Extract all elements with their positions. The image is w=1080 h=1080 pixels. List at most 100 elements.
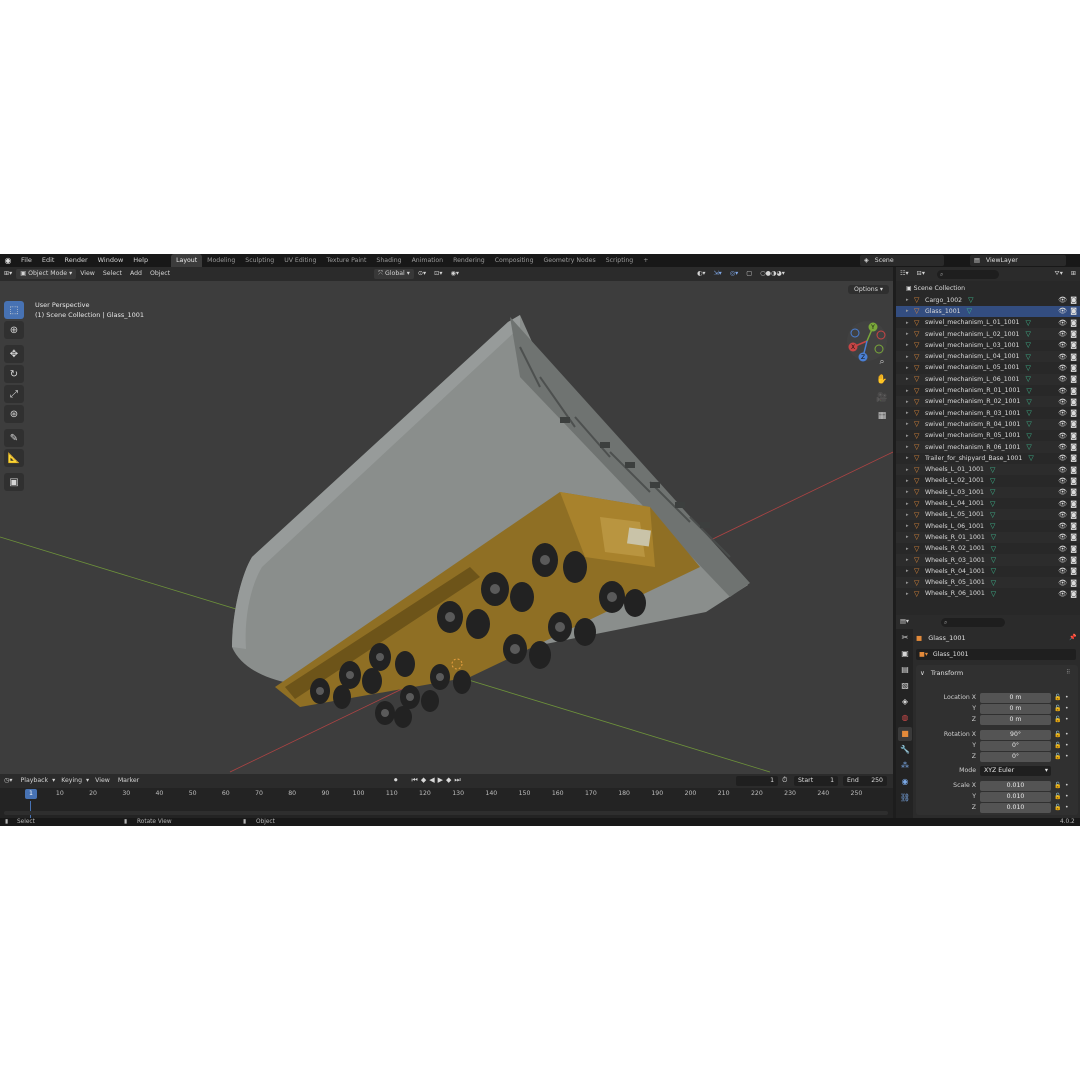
mesh-data-icon[interactable]: ▽ xyxy=(1026,387,1031,395)
zoom-icon[interactable]: ⌕ xyxy=(875,355,889,369)
pin-icon[interactable]: 📌 xyxy=(1069,634,1076,641)
expand-arrow-icon[interactable]: ▸ xyxy=(906,580,914,586)
eye-icon[interactable]: 👁 xyxy=(1058,387,1067,395)
mesh-data-icon[interactable]: ▽ xyxy=(1025,375,1030,383)
move-icon[interactable]: ✥ xyxy=(4,345,24,363)
outliner-editor-icon[interactable]: ☷▾ xyxy=(896,267,913,281)
eye-icon[interactable]: 👁 xyxy=(1058,398,1067,406)
lock-icon[interactable]: 🔓 xyxy=(1054,694,1061,701)
camera-render-icon[interactable]: ◙ xyxy=(1070,398,1077,406)
outliner-item[interactable]: ▸ ▽ Wheels_R_06_1001 ▽ 👁 ◙ xyxy=(896,588,1080,599)
eye-icon[interactable]: 👁 xyxy=(1058,375,1067,383)
outliner-search-input[interactable]: ⌕ xyxy=(936,269,999,279)
outliner-item[interactable]: ▸ ▽ Wheels_L_04_1001 ▽ 👁 ◙ xyxy=(896,498,1080,509)
jump-start-icon[interactable]: ⏮ xyxy=(412,776,418,785)
view-layer-tab-icon[interactable]: ▧ xyxy=(898,679,912,693)
camera-render-icon[interactable]: ◙ xyxy=(1070,296,1077,304)
expand-arrow-icon[interactable]: ▸ xyxy=(906,388,914,394)
outliner-item[interactable]: ▸ ▽ swivel_mechanism_L_06_1001 ▽ 👁 ◙ xyxy=(896,373,1080,385)
eye-icon[interactable]: 👁 xyxy=(1058,319,1067,327)
start-frame-field[interactable]: Start 1 xyxy=(794,776,838,786)
outliner-item[interactable]: ▸ ▽ Wheels_L_05_1001 ▽ 👁 ◙ xyxy=(896,509,1080,521)
keyframe-dot-icon[interactable]: • xyxy=(1065,804,1069,811)
mode-selector[interactable]: ▣ Object Mode ▾ xyxy=(16,269,77,279)
outliner-item[interactable]: ▸ ▽ swivel_mechanism_L_05_1001 ▽ 👁 ◙ xyxy=(896,362,1080,373)
camera-render-icon[interactable]: ◙ xyxy=(1070,319,1077,327)
mesh-data-icon[interactable]: ▽ xyxy=(990,466,995,474)
annotate-icon[interactable]: ✎ xyxy=(4,429,24,447)
eye-icon[interactable]: 👁 xyxy=(1058,500,1067,508)
camera-render-icon[interactable]: ◙ xyxy=(1070,500,1077,508)
lock-icon[interactable]: 🔓 xyxy=(1054,793,1061,800)
mesh-data-icon[interactable]: ▽ xyxy=(1025,364,1030,372)
transform-orientation[interactable]: ⤧ Global ▾ xyxy=(374,269,414,279)
scale-icon[interactable]: ⤢ xyxy=(4,385,24,403)
camera-render-icon[interactable]: ◙ xyxy=(1070,556,1077,564)
scale-field[interactable]: 0.010 xyxy=(980,792,1051,802)
render-tab-icon[interactable]: ▣ xyxy=(898,647,912,661)
eye-icon[interactable]: 👁 xyxy=(1058,466,1067,474)
keyframe-dot-icon[interactable]: • xyxy=(1065,793,1069,800)
outliner-item[interactable]: ▸ ▽ Wheels_L_06_1001 ▽ 👁 ◙ xyxy=(896,521,1080,532)
eye-icon[interactable]: 👁 xyxy=(1058,511,1067,519)
mesh-data-icon[interactable]: ▽ xyxy=(990,522,995,530)
expand-arrow-icon[interactable]: ▸ xyxy=(906,297,914,303)
mesh-data-icon[interactable]: ▽ xyxy=(1026,420,1031,428)
camera-render-icon[interactable]: ◙ xyxy=(1070,567,1077,575)
timeline-menu-marker[interactable]: Marker xyxy=(114,774,143,788)
eye-icon[interactable]: 👁 xyxy=(1058,341,1067,349)
expand-arrow-icon[interactable]: ▸ xyxy=(906,444,914,450)
mesh-data-icon[interactable]: ▽ xyxy=(1025,341,1030,349)
lock-icon[interactable]: 🔓 xyxy=(1054,716,1061,723)
expand-arrow-icon[interactable]: ▸ xyxy=(906,342,914,348)
tool-tab-icon[interactable]: ✂ xyxy=(898,631,912,645)
expand-arrow-icon[interactable]: ▸ xyxy=(906,523,914,529)
eye-icon[interactable]: 👁 xyxy=(1058,420,1067,428)
mesh-data-icon[interactable]: ▽ xyxy=(1025,353,1030,361)
workspace-tab-compositing[interactable]: Compositing xyxy=(490,254,539,267)
keyframe-dot-icon[interactable]: • xyxy=(1065,753,1069,760)
eye-icon[interactable]: 👁 xyxy=(1058,522,1067,530)
expand-arrow-icon[interactable]: ▸ xyxy=(906,501,914,507)
camera-render-icon[interactable]: ◙ xyxy=(1070,477,1077,485)
mesh-data-icon[interactable]: ▽ xyxy=(990,488,995,496)
physics-tab-icon[interactable]: ◉ xyxy=(898,775,912,789)
outliner-item[interactable]: ▸ ▽ Wheels_R_05_1001 ▽ 👁 ◙ xyxy=(896,577,1080,589)
camera-render-icon[interactable]: ◙ xyxy=(1070,443,1077,451)
play-icon[interactable]: ▶ xyxy=(438,776,443,785)
mesh-data-icon[interactable]: ▽ xyxy=(967,307,972,315)
3d-viewport[interactable]: ⊞▾ ▣ Object Mode ▾ View Select Add Object ⤧… xyxy=(0,267,893,774)
camera-render-icon[interactable]: ◙ xyxy=(1070,307,1077,315)
workspace-tab-shading[interactable]: Shading xyxy=(371,254,406,267)
expand-arrow-icon[interactable]: ▸ xyxy=(906,354,914,360)
gizmo-toggle-icon[interactable]: ⇲▾ xyxy=(709,267,725,281)
mesh-data-icon[interactable]: ▽ xyxy=(1025,319,1030,327)
xray-icon[interactable]: ▢ xyxy=(742,267,756,281)
measure-icon[interactable]: 📐 xyxy=(4,449,24,467)
camera-render-icon[interactable]: ◙ xyxy=(1070,522,1077,530)
viewport-menu-add[interactable]: Add xyxy=(126,267,146,281)
expand-arrow-icon[interactable]: ▸ xyxy=(906,568,914,574)
eye-icon[interactable]: 👁 xyxy=(1058,579,1067,587)
transform-panel-header[interactable]: ∨ Transform xyxy=(920,669,963,677)
select-box-icon[interactable]: ⬚ xyxy=(4,301,24,319)
mesh-data-icon[interactable]: ▽ xyxy=(968,296,973,304)
outliner-item[interactable]: ▸ ▽ swivel_mechanism_L_02_1001 ▽ 👁 ◙ xyxy=(896,328,1080,340)
camera-render-icon[interactable]: ◙ xyxy=(1070,330,1077,338)
outliner-item[interactable]: ▸ ▽ Wheels_L_02_1001 ▽ 👁 ◙ xyxy=(896,475,1080,486)
display-mode-icon[interactable]: ⊟▾ xyxy=(913,267,929,281)
expand-arrow-icon[interactable]: ▸ xyxy=(906,546,914,552)
eye-icon[interactable]: 👁 xyxy=(1058,454,1067,462)
mesh-data-icon[interactable]: ▽ xyxy=(990,500,995,508)
view-layer-selector[interactable]: ▤ ViewLayer xyxy=(970,255,1066,266)
camera-render-icon[interactable]: ◙ xyxy=(1070,466,1077,474)
scene-selector[interactable]: ◈ Scene xyxy=(860,255,944,266)
timeline-menu-playback[interactable]: Playback xyxy=(17,774,53,788)
scale-field[interactable]: 0.010 xyxy=(980,781,1051,791)
menu-help[interactable]: Help xyxy=(128,254,153,267)
filter-icon[interactable]: ⛛▾ xyxy=(1051,267,1067,281)
scale-field[interactable]: 0.010 xyxy=(980,803,1051,813)
eye-icon[interactable]: 👁 xyxy=(1058,296,1067,304)
prev-key-icon[interactable]: ◆ xyxy=(421,776,426,785)
world-tab-icon[interactable]: ◍ xyxy=(898,711,912,725)
